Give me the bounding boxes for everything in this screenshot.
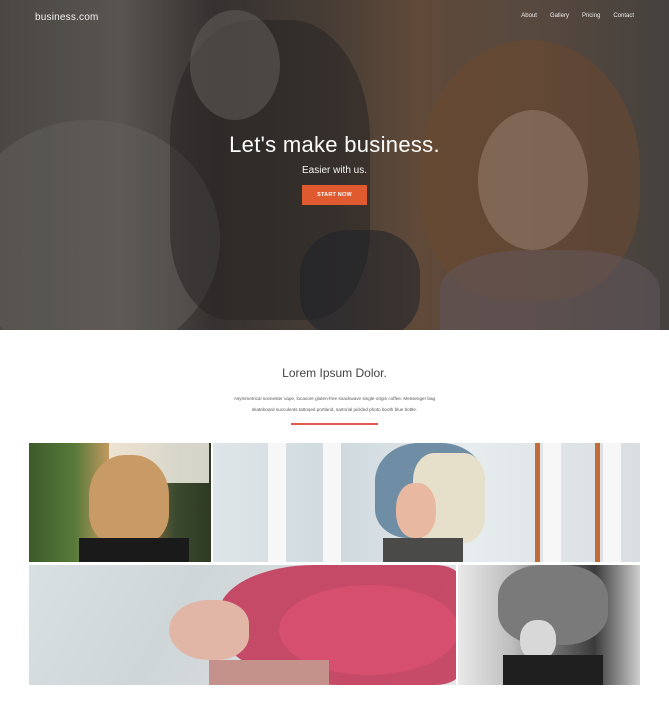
image-detail (323, 443, 341, 562)
section-title: Lorem Ipsum Dolor. (282, 366, 387, 380)
nav-link-gallery[interactable]: Gallery (550, 13, 569, 19)
image-detail (268, 443, 286, 562)
image-detail (503, 655, 603, 685)
start-now-button[interactable]: START NOW (302, 185, 367, 205)
gallery-image-blue-bob[interactable] (213, 443, 640, 562)
image-detail (79, 538, 189, 562)
image-detail (396, 483, 436, 538)
hero-section: business.com About Gallery Pricing Conta… (0, 0, 669, 330)
image-detail (169, 600, 249, 660)
image-detail (535, 443, 540, 562)
nav-link-pricing[interactable]: Pricing (582, 13, 600, 19)
main-nav: About Gallery Pricing Contact (521, 13, 634, 19)
section-description-line: skateboard succulents tattooed portland,… (251, 407, 418, 412)
image-detail (209, 660, 329, 685)
hero-title: Let's make business. (229, 132, 440, 157)
image-detail (520, 620, 556, 660)
navbar: business.com About Gallery Pricing Conta… (0, 0, 669, 36)
section-description: Asymmetrical scenester vape, locavore gl… (200, 393, 469, 415)
section-description-line: Asymmetrical scenester vape, locavore gl… (233, 396, 436, 401)
brand-logo[interactable]: business.com (35, 12, 99, 23)
image-detail (603, 443, 621, 562)
gallery-image-pink-hair[interactable] (29, 565, 456, 685)
gallery-image-curly-hair[interactable] (29, 443, 211, 562)
image-detail (89, 455, 169, 545)
image-detail (543, 443, 561, 562)
nav-link-about[interactable]: About (521, 13, 537, 19)
gallery-image-salon-bw[interactable] (458, 565, 640, 685)
nav-link-contact[interactable]: Contact (613, 13, 634, 19)
accent-divider (291, 423, 378, 425)
image-detail (383, 538, 463, 562)
hero-subtitle: Easier with us. (301, 165, 368, 176)
image-detail (595, 443, 600, 562)
